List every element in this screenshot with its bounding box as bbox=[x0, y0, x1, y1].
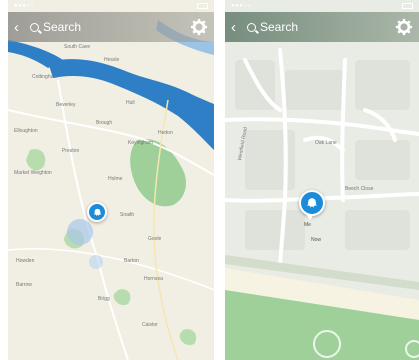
pin-pointer bbox=[306, 214, 314, 220]
map-label: Caistor bbox=[142, 322, 158, 328]
map-label: Hessle bbox=[104, 57, 120, 63]
map-label: Elloughton bbox=[14, 128, 38, 134]
ghost-pin[interactable] bbox=[87, 202, 107, 222]
search-icon bbox=[30, 22, 39, 32]
search-input[interactable]: Search bbox=[260, 20, 395, 34]
search-bar[interactable]: ‹ Search bbox=[225, 12, 419, 42]
search-input[interactable]: Search bbox=[43, 20, 190, 34]
street-label: Oak Lane bbox=[315, 140, 337, 146]
search-icon bbox=[247, 22, 256, 32]
status-bar: ●●●○○ bbox=[8, 0, 214, 12]
map-label: Hornsea bbox=[144, 276, 163, 282]
map-screen-right[interactable]: Westfield Road Beech Close Oak Lane Me N… bbox=[225, 0, 419, 360]
gear-icon[interactable] bbox=[190, 18, 208, 36]
back-icon[interactable]: ‹ bbox=[14, 20, 26, 35]
map-label: Snaith bbox=[120, 212, 135, 218]
map-label: Preston bbox=[62, 148, 80, 154]
map-label: Barrow bbox=[16, 282, 32, 288]
street-label: Beech Close bbox=[345, 186, 374, 192]
map-screen-left[interactable]: South Cave Hessle Cottingham Beverley Hu… bbox=[8, 0, 214, 360]
map-label: South Cave bbox=[64, 44, 91, 50]
pin-caption: Me bbox=[304, 222, 311, 228]
capture-button[interactable] bbox=[405, 340, 419, 358]
battery-icon bbox=[197, 3, 208, 9]
map-label: Brough bbox=[96, 120, 113, 126]
map-label: Brigg bbox=[98, 296, 110, 302]
map-label: Barton bbox=[124, 258, 139, 264]
map-label: Beverley bbox=[56, 102, 76, 108]
search-bar[interactable]: ‹ Search bbox=[8, 12, 214, 42]
map-label: Goole bbox=[148, 236, 162, 242]
capture-button[interactable] bbox=[313, 330, 341, 358]
back-icon[interactable]: ‹ bbox=[231, 20, 243, 35]
ghost-icon bbox=[306, 197, 318, 209]
map-label: Cottingham bbox=[32, 74, 58, 80]
signal-icon: ●●●○○ bbox=[14, 3, 35, 9]
map-label: Holme bbox=[108, 176, 123, 182]
map-label: Howden bbox=[16, 258, 35, 264]
map-label: Hedon bbox=[158, 130, 173, 136]
pin-caption: Now bbox=[311, 237, 322, 243]
ghost-icon bbox=[93, 208, 102, 217]
map-label: Keyingham bbox=[128, 140, 154, 146]
battery-icon bbox=[402, 3, 413, 9]
signal-icon: ●●●○○ bbox=[231, 3, 252, 9]
map-label: Hull bbox=[126, 100, 135, 106]
map-canvas-right[interactable] bbox=[225, 0, 419, 360]
status-bar: ●●●○○ bbox=[225, 0, 419, 12]
map-label: Market Weighton bbox=[14, 170, 52, 176]
ghost-pin[interactable] bbox=[299, 190, 325, 216]
gear-icon[interactable] bbox=[395, 18, 413, 36]
